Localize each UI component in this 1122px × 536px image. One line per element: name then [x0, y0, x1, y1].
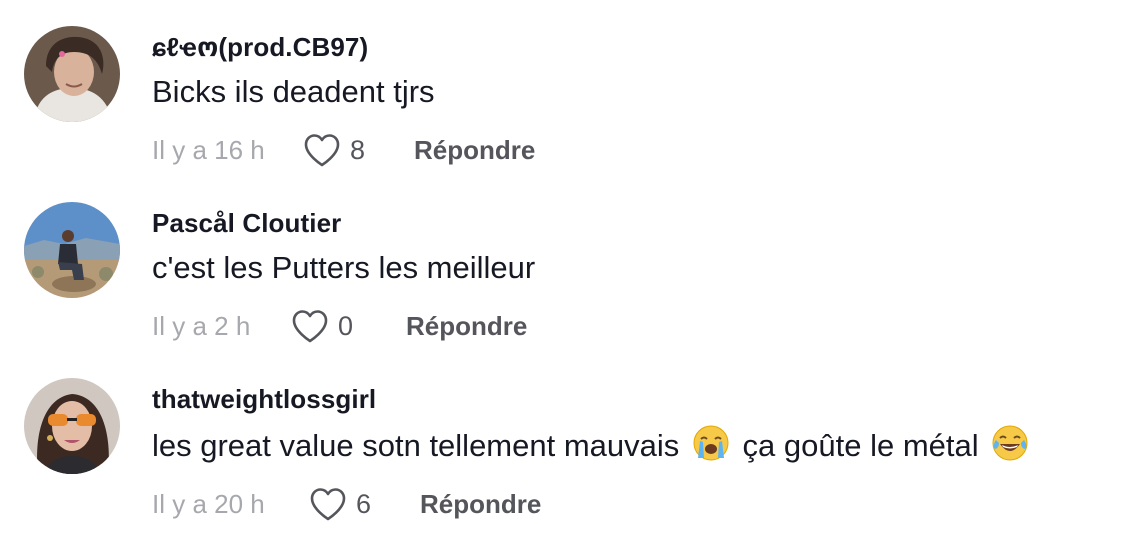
comment-item: Pascål Cloutier c'est les Putters les me…: [0, 176, 1122, 352]
comment-list: ɕℓҽო(prod.CB97) Bicks ils deadent tjrs I…: [0, 0, 1122, 536]
comment-body: thatweightlossgirl les great value sotn …: [152, 382, 1102, 524]
comment-text: Bicks ils deadent tjrs: [152, 74, 435, 109]
reply-button[interactable]: Répondre: [406, 311, 527, 342]
like-button[interactable]: 8: [302, 132, 366, 168]
comment-username[interactable]: thatweightlossgirl: [152, 382, 1102, 416]
comment-time: Il y a 2 h: [152, 310, 251, 341]
comment-time: Il y a 20 h: [152, 488, 265, 519]
comment-text-part: ça goûte le métal: [742, 428, 979, 463]
comment-text: c'est les Putters les meilleur: [152, 250, 536, 285]
avatar[interactable]: [24, 26, 120, 122]
comment-text-part: les great value sotn tellement mauvais: [152, 428, 680, 463]
tears-of-joy-emoji: [992, 425, 1028, 461]
loudly-crying-face-emoji: [693, 425, 729, 461]
heart-outline-icon: [292, 310, 328, 343]
like-count: 0: [338, 310, 354, 341]
like-button[interactable]: 0: [290, 308, 354, 344]
comment-username[interactable]: ɕℓҽო(prod.CB97): [152, 30, 1102, 64]
avatar[interactable]: [24, 378, 120, 474]
comment-item: thatweightlossgirl les great value sotn …: [0, 352, 1122, 528]
comment-body: ɕℓҽო(prod.CB97) Bicks ils deadent tjrs I…: [152, 30, 1102, 170]
avatar[interactable]: [24, 202, 120, 298]
heart-outline-icon: [310, 488, 346, 521]
reply-button[interactable]: Répondre: [414, 135, 535, 166]
like-button[interactable]: 6: [308, 486, 372, 522]
comment-text: les great value sotn tellement mauvais ç…: [152, 424, 1102, 466]
comment-body: Pascål Cloutier c'est les Putters les me…: [152, 206, 1102, 346]
like-count: 6: [356, 488, 372, 519]
comment-item: ɕℓҽო(prod.CB97) Bicks ils deadent tjrs I…: [0, 0, 1122, 176]
comment-meta: Il y a 20 h 6 Répondre: [152, 484, 1102, 524]
reply-button[interactable]: Répondre: [420, 489, 541, 520]
heart-outline-icon: [304, 134, 340, 167]
like-count: 8: [350, 134, 366, 165]
comment-username[interactable]: Pascål Cloutier: [152, 206, 1102, 240]
comment-meta: Il y a 2 h 0 Répondre: [152, 306, 1102, 346]
comment-meta: Il y a 16 h 8 Répondre: [152, 130, 1102, 170]
comment-time: Il y a 16 h: [152, 134, 265, 165]
